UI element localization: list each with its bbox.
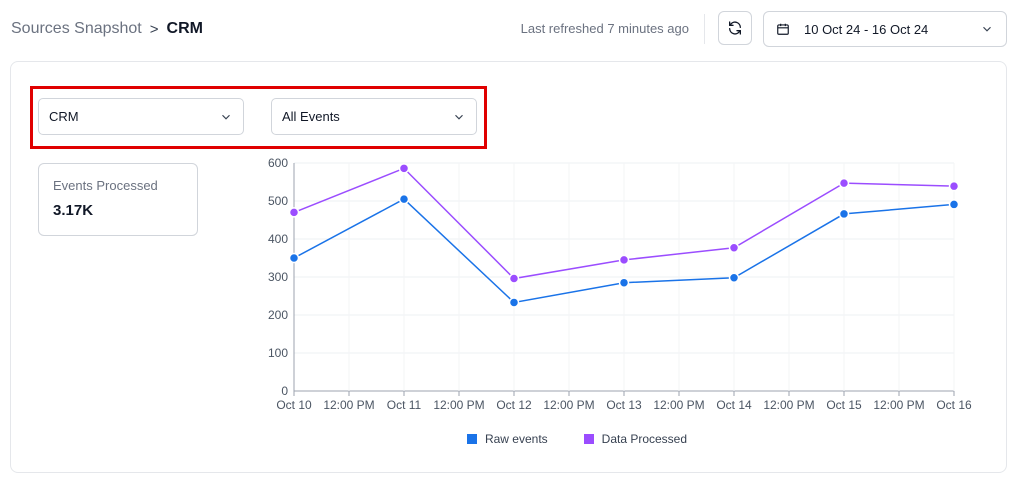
highlight-box — [30, 86, 487, 149]
data-point-raw — [948, 199, 960, 210]
legend-item-raw[interactable]: Raw events — [466, 432, 548, 446]
data-point-raw — [618, 277, 630, 288]
y-tick-label: 400 — [268, 232, 288, 246]
x-tick-label: 12:00 PM — [433, 398, 484, 412]
legend-item-processed[interactable]: Data Processed — [583, 432, 688, 446]
x-tick-label: 12:00 PM — [543, 398, 594, 412]
breadcrumb-parent[interactable]: Sources Snapshot — [11, 20, 142, 38]
data-point-processed — [728, 242, 740, 253]
x-tick-label: Oct 15 — [826, 398, 862, 412]
y-tick-label: 0 — [281, 384, 288, 398]
line-chart: 0 100 200 300 400 500 600 Oct 10 12:00 PM Oct 11 1… — [268, 156, 972, 412]
legend-label-processed: Data Processed — [601, 432, 688, 446]
data-point-raw — [728, 272, 740, 284]
date-range-picker[interactable]: 10 Oct 24 - 16 Oct 24 — [763, 11, 1007, 47]
refresh-icon — [729, 21, 741, 35]
data-point-processed — [508, 273, 520, 284]
data-point-processed — [838, 177, 850, 189]
date-range-label: 10 Oct 24 - 16 Oct 24 — [804, 21, 929, 37]
stat-label: Events Processed — [53, 178, 158, 193]
x-tick-label: 12:00 PM — [653, 398, 704, 412]
breadcrumb: Sources Snapshot > CRM — [11, 20, 203, 38]
y-tick-label: 300 — [268, 270, 288, 284]
x-tick-label: Oct 12 — [496, 398, 532, 412]
x-tick-label: 12:00 PM — [873, 398, 924, 412]
y-tick-label: 200 — [268, 308, 288, 322]
y-tick-label: 600 — [268, 156, 288, 170]
chart-legend: Raw events Data Processed — [0, 432, 1024, 446]
data-point-processed — [288, 207, 300, 218]
breadcrumb-separator: > — [149, 20, 159, 38]
legend-swatch-processed — [583, 434, 594, 444]
breadcrumb-current: CRM — [166, 20, 203, 37]
chevron-down-icon — [983, 26, 991, 32]
x-tick-label: Oct 13 — [606, 398, 642, 412]
legend-label-raw: Raw events — [484, 432, 548, 446]
calendar-icon — [777, 23, 789, 35]
x-tick-label: 12:00 PM — [763, 398, 814, 412]
x-tick-label: Oct 16 — [936, 398, 972, 412]
x-tick-label: Oct 10 — [276, 398, 312, 412]
legend-swatch-raw — [466, 434, 477, 444]
stat-value: 3.17K — [53, 202, 94, 219]
data-point-processed — [948, 180, 960, 192]
x-tick-label: Oct 11 — [387, 398, 422, 412]
data-point-raw — [288, 252, 300, 264]
events-processed-card: Events Processed 3.17K — [38, 163, 198, 236]
y-tick-label: 500 — [268, 194, 288, 208]
last-refreshed-text: Last refreshed 7 minutes ago — [520, 21, 689, 36]
data-point-processed — [618, 254, 630, 266]
data-point-raw — [508, 297, 520, 308]
y-tick-label: 100 — [268, 346, 288, 360]
x-tick-label: Oct 14 — [716, 398, 752, 412]
header-divider — [704, 14, 705, 44]
data-point-raw — [838, 208, 850, 220]
top-bar: Sources Snapshot > CRM Last refreshed 7 … — [0, 0, 1024, 60]
data-point-processed — [398, 163, 410, 174]
data-point-raw — [398, 193, 410, 205]
refresh-button[interactable] — [718, 11, 752, 45]
x-tick-label: 12:00 PM — [323, 398, 374, 412]
